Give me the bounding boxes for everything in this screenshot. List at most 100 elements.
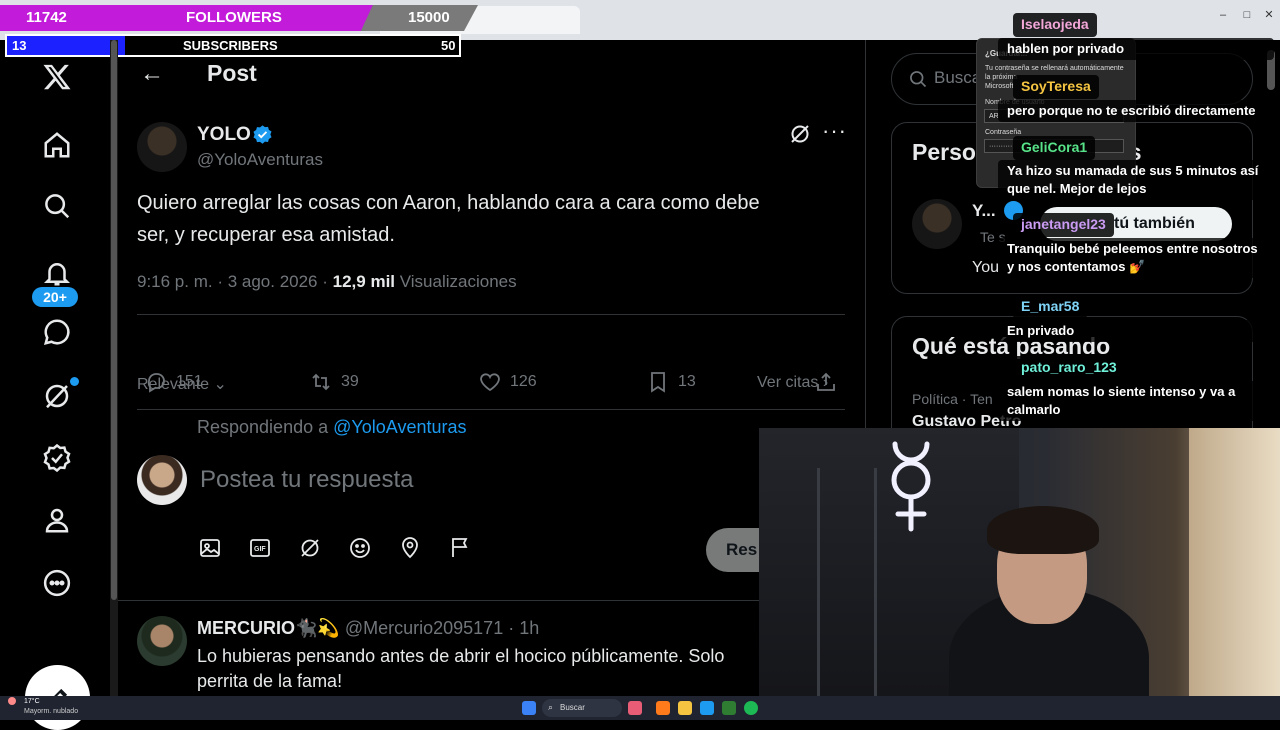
windows-taskbar: 17°C Mayorm. nublado ⌕ Buscar bbox=[0, 696, 1280, 720]
emoji-icon[interactable] bbox=[348, 536, 372, 560]
edge-icon[interactable] bbox=[700, 701, 714, 715]
verified-icon[interactable] bbox=[38, 439, 76, 477]
chat-username: Iselaojeda bbox=[1013, 13, 1097, 37]
author-avatar[interactable] bbox=[137, 122, 187, 172]
app-icon[interactable] bbox=[722, 701, 736, 715]
followers-label: FOLLOWERS bbox=[186, 9, 282, 26]
taskbar-search[interactable]: ⌕ Buscar bbox=[542, 699, 622, 717]
bookmarks-count: 13 bbox=[678, 373, 696, 390]
grok-post-icon[interactable] bbox=[788, 122, 812, 151]
more-options-icon[interactable]: ··· bbox=[822, 118, 847, 144]
chat-message: hablen por privado bbox=[998, 38, 1274, 60]
page-title: Post bbox=[207, 60, 257, 86]
reply-text-line-1: Lo hubieras pensando antes de abrir el h… bbox=[197, 646, 725, 666]
password-popup-desc-1: Tu contraseña se rellenará automáticamen… bbox=[985, 65, 1124, 72]
search-icon[interactable] bbox=[38, 187, 76, 225]
weather-desc[interactable]: Mayorm. nublado bbox=[24, 708, 78, 715]
app-icon[interactable] bbox=[628, 701, 642, 715]
image-icon[interactable] bbox=[198, 536, 222, 560]
reply-time[interactable]: · 1h bbox=[508, 618, 539, 638]
grok-icon[interactable] bbox=[38, 377, 79, 415]
author-name[interactable]: YOLO bbox=[197, 124, 251, 146]
home-icon[interactable] bbox=[38, 126, 76, 164]
followers-goal: 15000 bbox=[408, 9, 450, 26]
suggested-user-avatar[interactable] bbox=[912, 199, 962, 249]
shelf-frame bbox=[817, 468, 877, 696]
reply-input[interactable]: Postea tu respuesta bbox=[200, 466, 413, 494]
password-popup-desc-3: Microsoft bbox=[985, 83, 1014, 90]
post-timestamp[interactable]: 9:16 p. m. · 3 ago. 2026 · bbox=[137, 272, 328, 291]
search-placeholder: Busca bbox=[934, 68, 982, 87]
who-to-follow-title: Perso bbox=[912, 139, 976, 165]
reply-author-name[interactable]: MERCURIO🐈‍⬛💫 bbox=[197, 618, 340, 638]
suggested-user-name[interactable]: Y... bbox=[972, 201, 996, 221]
weather-temp[interactable]: 17°C bbox=[24, 698, 40, 705]
reply-author-handle[interactable]: @Mercurio2095171 bbox=[345, 618, 503, 638]
likes-count: 126 bbox=[510, 373, 537, 390]
bookmark-button[interactable]: 13 bbox=[646, 370, 696, 394]
windows-start-icon[interactable] bbox=[522, 701, 536, 715]
profile-icon[interactable] bbox=[38, 501, 76, 539]
chat-message: Tranquilo bebé peleemos entre nosotros y… bbox=[998, 238, 1274, 278]
weather-icon bbox=[8, 697, 16, 705]
left-navigation: 20+ bbox=[0, 40, 118, 730]
current-user-avatar[interactable] bbox=[137, 455, 187, 505]
streamer-hair bbox=[987, 506, 1099, 554]
post-text-line-1: Quiero arreglar las cosas con Aaron, hab… bbox=[137, 192, 760, 214]
grok-compose-icon[interactable] bbox=[298, 536, 322, 560]
reply-text-line-2: perrita de la fama! bbox=[197, 671, 343, 691]
chat-username: janetangel23 bbox=[1013, 213, 1114, 237]
views-count: 12,9 mil bbox=[332, 272, 396, 291]
chevron-right-icon: › bbox=[822, 374, 829, 391]
replying-prefix: Respondiendo a bbox=[197, 417, 329, 437]
notifications-badge: 20+ bbox=[32, 287, 78, 307]
chat-username: pato_raro_123 bbox=[1013, 356, 1125, 380]
verified-badge-icon bbox=[252, 124, 273, 150]
replying-handle[interactable]: @YoloAventuras bbox=[333, 417, 466, 437]
spotify-icon[interactable] bbox=[744, 701, 758, 715]
sort-label: Relevante bbox=[137, 376, 210, 393]
post-meta: 9:16 p. m. · 3 ago. 2026 · 12,9 mil Visu… bbox=[137, 272, 517, 292]
back-arrow-icon[interactable]: ← bbox=[140, 60, 164, 88]
taskbar-search-label: Buscar bbox=[560, 703, 585, 712]
location-icon[interactable] bbox=[398, 536, 422, 560]
gif-icon[interactable]: GIF bbox=[248, 536, 272, 560]
reply-author-line: MERCURIO🐈‍⬛💫 @Mercurio2095171 · 1h bbox=[197, 618, 539, 639]
followers-count: 11742 bbox=[26, 9, 67, 26]
post-text-line-2: ser, y recuperar esa amistad. bbox=[137, 224, 395, 246]
password-popup-pass-label: Contraseña bbox=[985, 129, 1022, 136]
suggested-user-desc: You bbox=[972, 259, 999, 276]
view-quotes-link[interactable]: Ver citas › bbox=[757, 374, 828, 392]
sort-dropdown[interactable]: Relevante ⌄ bbox=[137, 374, 227, 394]
more-icon[interactable] bbox=[38, 564, 76, 602]
chat-username: E_mar58 bbox=[1013, 295, 1088, 319]
x-logo-icon[interactable] bbox=[38, 58, 76, 96]
flag-icon[interactable] bbox=[448, 536, 472, 560]
author-handle[interactable]: @YoloAventuras bbox=[197, 150, 323, 170]
chevron-down-icon: ⌄ bbox=[213, 376, 227, 393]
followers-goal-bar: 11742 FOLLOWERS 15000 bbox=[0, 5, 478, 31]
chat-message: En privado bbox=[998, 320, 1274, 342]
reply-author-avatar[interactable] bbox=[137, 616, 187, 666]
close-icon[interactable]: ✕ bbox=[1262, 8, 1276, 22]
left-scrollbar[interactable] bbox=[110, 40, 118, 696]
reply-toolbar: GIF bbox=[198, 536, 472, 560]
folder-icon[interactable] bbox=[678, 701, 692, 715]
chat-username: GeliCora1 bbox=[1013, 136, 1096, 160]
webcam-feed bbox=[759, 428, 1280, 696]
repost-icon bbox=[312, 373, 330, 391]
search-box-icon bbox=[910, 71, 927, 88]
chat-message: salem nomas lo siente intenso y va a cal… bbox=[998, 381, 1274, 421]
chat-username: SoyTeresa bbox=[1013, 75, 1099, 99]
repost-button[interactable]: 39 bbox=[309, 370, 359, 394]
minimize-icon[interactable]: – bbox=[1216, 8, 1230, 22]
like-button[interactable]: 126 bbox=[478, 370, 537, 394]
app-icon[interactable] bbox=[656, 701, 670, 715]
chat-message: Ya hizo su mamada de sus 5 minutos así q… bbox=[998, 160, 1274, 200]
view-quotes-label: Ver citas bbox=[757, 374, 819, 391]
mercury-neon-sign bbox=[891, 441, 931, 532]
heart-icon bbox=[480, 373, 500, 392]
window-light bbox=[1189, 428, 1280, 696]
maximize-icon[interactable]: □ bbox=[1240, 8, 1254, 22]
messages-icon[interactable] bbox=[38, 313, 76, 351]
